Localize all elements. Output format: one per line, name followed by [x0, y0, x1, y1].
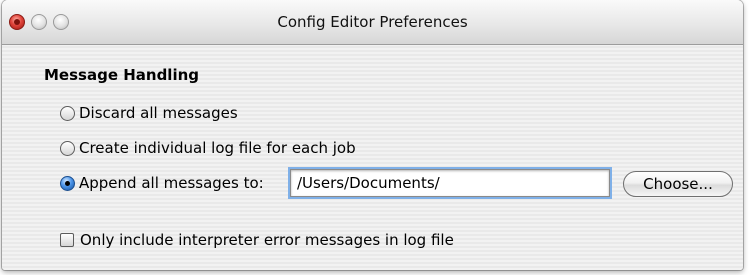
choose-button[interactable]: Choose... — [623, 171, 733, 197]
radio-individual-log[interactable]: Create individual log file for each job — [60, 138, 356, 158]
radio-append-all[interactable]: Append all messages to: — [60, 173, 264, 193]
radio-button-selected[interactable] — [60, 175, 75, 191]
section-title: Message Handling — [44, 66, 200, 84]
checkbox-label: Only include interpreter error messages … — [80, 231, 454, 249]
window-title: Config Editor Preferences — [277, 13, 468, 31]
radio-discard-all[interactable]: Discard all messages — [60, 103, 238, 123]
radio-button[interactable] — [60, 105, 75, 121]
title-bar[interactable]: Config Editor Preferences — [2, 0, 743, 45]
radio-label: Append all messages to: — [79, 174, 264, 192]
only-errors-checkbox[interactable] — [60, 233, 74, 247]
radio-button[interactable] — [60, 140, 75, 156]
only-errors-checkbox-row[interactable]: Only include interpreter error messages … — [60, 230, 454, 250]
radio-label: Create individual log file for each job — [79, 139, 356, 157]
preferences-window: Config Editor Preferences Message Handli… — [2, 0, 743, 270]
log-path-input[interactable] — [288, 167, 612, 199]
radio-label: Discard all messages — [79, 104, 238, 122]
